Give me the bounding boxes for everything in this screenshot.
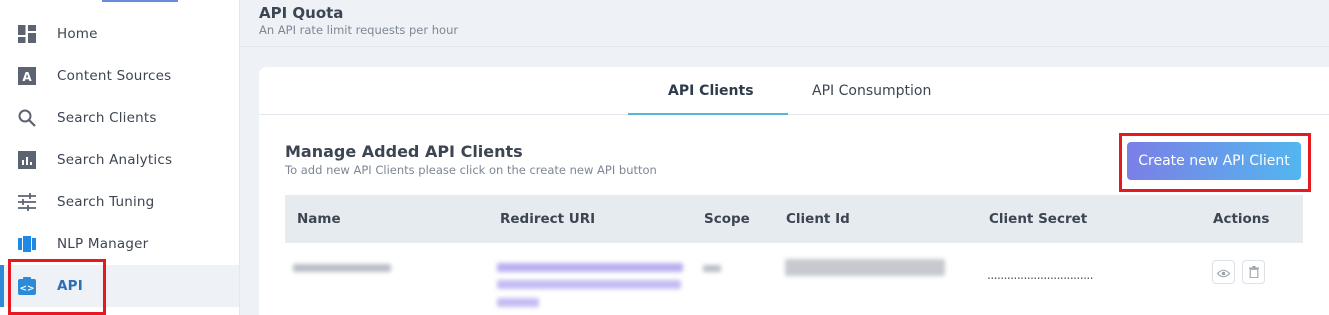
page-subtitle: An API rate limit requests per hour: [259, 23, 459, 37]
page-title: API Quota: [259, 4, 344, 22]
redacted-client-id: [785, 259, 945, 276]
tuning-sliders-icon: [18, 193, 36, 211]
sidebar-item-content-sources[interactable]: A Content Sources: [0, 55, 239, 97]
sidebar-item-label: Search Clients: [57, 110, 157, 126]
section-subtitle: To add new API Clients please click on t…: [285, 163, 657, 177]
column-header-scope: Scope: [704, 211, 750, 227]
redacted-redirect-uri[interactable]: [497, 263, 683, 272]
sidebar-item-search-clients[interactable]: Search Clients: [0, 97, 239, 139]
redacted-name: [293, 264, 391, 272]
dashboard-icon: [18, 25, 36, 43]
sidebar-item-label: Search Tuning: [57, 194, 155, 210]
sidebar-item-search-tuning[interactable]: Search Tuning: [0, 181, 239, 223]
delete-button[interactable]: [1242, 260, 1265, 284]
sidebar-item-label: NLP Manager: [57, 236, 149, 252]
table-header: Name Redirect URI Scope Client Id Client…: [285, 195, 1303, 243]
search-icon: [18, 109, 36, 127]
sidebar-item-label: Search Analytics: [57, 152, 173, 168]
tab-api-clients[interactable]: API Clients: [668, 83, 754, 99]
column-header-redirect-uri: Redirect URI: [500, 211, 596, 227]
redacted-redirect-uri-line2: [497, 280, 681, 289]
column-header-actions: Actions: [1213, 211, 1270, 227]
sidebar-item-search-analytics[interactable]: Search Analytics: [0, 139, 239, 181]
view-button[interactable]: [1212, 260, 1235, 284]
svg-text:A: A: [22, 70, 32, 84]
eye-icon: [1216, 263, 1231, 282]
client-secret-masked: ................................: [987, 268, 1094, 282]
analytics-icon: [18, 151, 36, 169]
column-header-name: Name: [297, 211, 341, 227]
tabs-divider: [259, 114, 1329, 115]
active-indicator: [0, 265, 4, 307]
sidebar-item-label: Home: [57, 26, 98, 42]
content-sources-icon: A: [18, 67, 36, 85]
sidebar-top-indicator: [102, 0, 178, 2]
sidebar-item-home[interactable]: Home: [0, 13, 239, 55]
highlight-create-button-annotation: [1119, 133, 1311, 192]
trash-icon: [1248, 263, 1259, 282]
nlp-icon: [18, 235, 36, 253]
column-header-client-secret: Client Secret: [989, 211, 1088, 227]
redacted-redirect-uri-line3: [497, 298, 539, 307]
header-divider: [240, 46, 1329, 47]
sidebar-item-label: Content Sources: [57, 68, 172, 84]
column-header-client-id: Client Id: [786, 211, 850, 227]
highlight-api-annotation: [8, 259, 106, 315]
tab-api-consumption[interactable]: API Consumption: [812, 83, 931, 99]
section-title: Manage Added API Clients: [285, 142, 523, 161]
redacted-scope: [703, 265, 721, 272]
active-tab-underline: [628, 113, 788, 115]
